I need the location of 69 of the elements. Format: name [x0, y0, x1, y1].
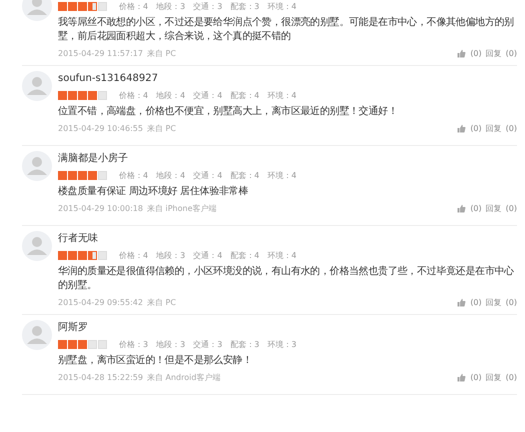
avatar-icon [22, 0, 52, 21]
score-label: 地段：3 [156, 250, 186, 260]
avatar-icon [22, 151, 52, 181]
score-label: 环境：4 [267, 90, 296, 100]
score-label: 地段：4 [156, 90, 186, 100]
reply-count: (0) [506, 298, 517, 307]
score-label: 价格：4 [119, 0, 148, 12]
like-count: (0) [470, 373, 482, 382]
score-label: 环境：4 [267, 250, 296, 260]
score-label: 配套：4 [230, 170, 260, 180]
review-text: 楼盘质量有保证 周边环境好 居住体验非常棒 [58, 185, 250, 199]
reply-link[interactable]: 回复 [486, 123, 502, 134]
post-source: 来自 PC [146, 123, 176, 134]
reply-count: (0) [506, 124, 517, 133]
reply-link[interactable]: 回复 [486, 48, 502, 59]
like-count: (0) [470, 204, 482, 213]
score-label: 价格：4 [119, 90, 148, 100]
post-source: 来自 PC [146, 48, 176, 59]
avatar-icon [22, 231, 52, 261]
like-count: (0) [470, 298, 482, 307]
user-name[interactable]: soufun-s131648927 [58, 72, 517, 86]
review-text: 别墅盘，离市区蛮近的！但是不是那么安静！ [58, 354, 254, 368]
post-time: 2015-04-28 15:22:59 [58, 373, 143, 382]
review-text: 位置不错，高端盘，价格也不便宜，别墅高大上，离市区最近的别墅！交通好！ [58, 105, 399, 119]
score-label: 地段：3 [156, 0, 186, 12]
avatar-icon [22, 320, 52, 350]
score-label: 交通：3 [193, 0, 222, 12]
score-label: 地段：3 [156, 338, 186, 350]
user-name[interactable]: 行者无味 [58, 232, 517, 246]
review-text: 华润的质量还是很值得信赖的，小区环境没的说，有山有水的，价格当然也贵了些，不过毕竟还是在市中心的别墅。 [58, 265, 515, 293]
score-label: 配套：3 [230, 338, 260, 350]
score-label: 交通：3 [193, 338, 222, 350]
reply-count: (0) [506, 49, 517, 58]
thumbs-up-icon[interactable] [457, 124, 466, 133]
avatar-icon [22, 71, 52, 101]
thumbs-up-icon[interactable] [457, 298, 466, 307]
reply-count: (0) [506, 373, 517, 382]
thumbs-up-icon[interactable] [457, 204, 466, 213]
user-name[interactable]: 满脑都是小房子 [58, 152, 517, 166]
reply-link[interactable]: 回复 [486, 297, 502, 308]
score-label: 配套：4 [230, 250, 260, 260]
score-label: 配套：4 [230, 90, 260, 100]
score-label: 环境：3 [267, 338, 296, 350]
score-label: 交通：4 [193, 90, 222, 100]
like-count: (0) [470, 124, 482, 133]
post-source: 来自 PC [146, 297, 176, 308]
post-time: 2015-04-29 10:00:18 [58, 204, 143, 213]
score-label: 地段：4 [156, 170, 186, 180]
score-label: 环境：4 [267, 0, 296, 12]
thumbs-up-icon[interactable] [457, 373, 466, 382]
post-time: 2015-04-29 10:46:55 [58, 124, 143, 133]
review-text: 我等屌丝不敢想的小区，不过还是要给华润点个赞，很漂亮的别墅。可能是在市中心，不像其他偏地方的别墅，前后花园面积超大，综合来说，这个真的挺不错的 [58, 16, 515, 44]
post-source: 来自 Android客户端 [146, 372, 220, 383]
post-time: 2015-04-29 11:57:17 [58, 49, 143, 58]
score-label: 配套：3 [230, 0, 260, 12]
score-label: 价格：3 [119, 338, 148, 350]
score-label: 交通：4 [193, 250, 222, 260]
score-label: 交通：4 [193, 170, 222, 180]
reply-link[interactable]: 回复 [486, 203, 502, 214]
score-label: 价格：4 [119, 250, 148, 260]
like-count: (0) [470, 49, 482, 58]
user-name[interactable]: 阿斯罗 [58, 321, 517, 335]
post-time: 2015-04-29 09:55:42 [58, 298, 143, 307]
score-label: 价格：4 [119, 170, 148, 180]
score-label: 环境：4 [267, 170, 296, 180]
reply-count: (0) [506, 204, 517, 213]
thumbs-up-icon[interactable] [457, 49, 466, 58]
reply-link[interactable]: 回复 [486, 372, 502, 383]
post-source: 来自 iPhone客户端 [146, 203, 217, 214]
